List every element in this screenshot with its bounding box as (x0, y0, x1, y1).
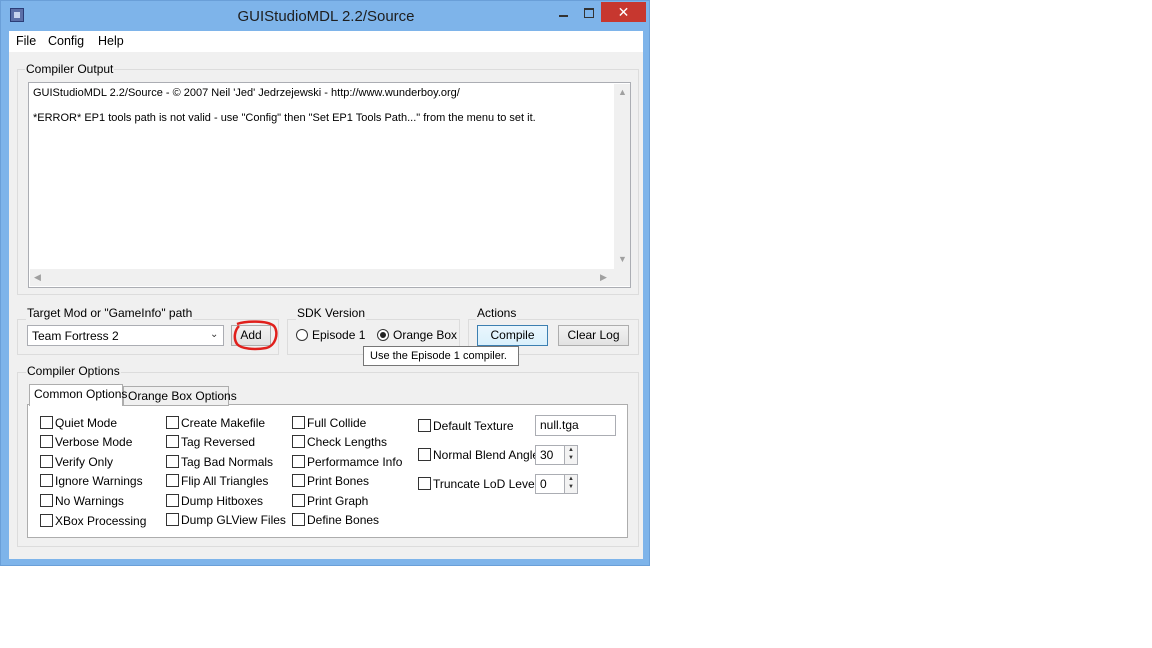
menu-config[interactable]: Config (48, 34, 84, 48)
checkbox-label[interactable]: Define Bones (307, 513, 379, 527)
compiler-options-label: Compiler Options (26, 364, 121, 378)
verify-only-checkbox[interactable] (40, 455, 53, 468)
checkbox-label[interactable]: Verbose Mode (55, 435, 132, 449)
target-combobox[interactable]: Team Fortress 2 ⌄ (27, 325, 224, 346)
scroll-down-icon[interactable]: ▼ (618, 254, 627, 264)
horizontal-scrollbar[interactable]: ◀ ▶ (30, 269, 614, 286)
close-button[interactable]: ✕ (601, 2, 646, 22)
tag-bad-normals-checkbox[interactable] (166, 455, 179, 468)
maximize-button[interactable] (578, 5, 600, 21)
full-collide-checkbox[interactable] (292, 416, 305, 429)
truncate-lod-level-stepper[interactable]: ▲ ▼ (564, 474, 578, 494)
scroll-up-icon[interactable]: ▲ (618, 87, 627, 97)
spin-up-icon[interactable]: ▲ (565, 475, 577, 483)
normal-blend-angle-checkbox[interactable] (418, 448, 431, 461)
app-window: GUIStudioMDL 2.2/Source ✕ File Config He… (0, 0, 650, 566)
dump-glview-files-checkbox[interactable] (166, 513, 179, 526)
checkbox-label[interactable]: Create Makefile (181, 416, 265, 430)
log-line: GUIStudioMDL 2.2/Source - © 2007 Neil 'J… (33, 87, 460, 99)
chevron-down-icon[interactable]: ⌄ (210, 329, 218, 340)
define-bones-checkbox[interactable] (292, 513, 305, 526)
checkbox-label[interactable]: Dump Hitboxes (181, 494, 263, 508)
dump-hitboxes-checkbox[interactable] (166, 494, 179, 507)
print-graph-checkbox[interactable] (292, 494, 305, 507)
normal-blend-angle-label[interactable]: Normal Blend Angle (433, 448, 539, 462)
sdk-version-label: SDK Version (296, 306, 367, 320)
episode-1-radio[interactable] (296, 329, 308, 341)
checkbox-label[interactable]: Print Graph (307, 494, 368, 508)
checkbox-label[interactable]: Dump GLView Files (181, 513, 286, 527)
print-bones-checkbox[interactable] (292, 474, 305, 487)
red-circle-annotation (233, 320, 278, 351)
client-area: File Config Help Compiler Output GUIStud… (9, 31, 643, 559)
menu-help[interactable]: Help (98, 34, 124, 48)
menu-bar: File Config Help (9, 31, 643, 52)
vertical-scrollbar[interactable]: ▲ ▼ (614, 84, 630, 270)
target-value: Team Fortress 2 (32, 329, 119, 343)
ignore-warnings-checkbox[interactable] (40, 474, 53, 487)
checkbox-label[interactable]: Full Collide (307, 416, 366, 430)
menu-file[interactable]: File (16, 34, 36, 48)
normal-blend-angle-input[interactable]: 30 (535, 445, 565, 465)
checkbox-label[interactable]: Performamce Info (307, 455, 402, 469)
checkbox-label[interactable]: Check Lengths (307, 435, 387, 449)
truncate-lod-level-label[interactable]: Truncate LoD Level (433, 477, 537, 491)
spin-down-icon[interactable]: ▼ (565, 483, 577, 491)
tab-orange-box-options[interactable]: Orange Box Options (123, 386, 237, 406)
minimize-button[interactable] (553, 5, 575, 21)
create-makefile-checkbox[interactable] (166, 416, 179, 429)
checkbox-label[interactable]: Quiet Mode (55, 416, 117, 430)
flip-all-triangles-checkbox[interactable] (166, 474, 179, 487)
checkbox-label[interactable]: Tag Reversed (181, 435, 255, 449)
clear-log-button[interactable]: Clear Log (558, 325, 629, 346)
verbose-mode-checkbox[interactable] (40, 435, 53, 448)
default-texture-input[interactable]: null.tga (535, 415, 616, 436)
truncate-lod-level-input[interactable]: 0 (535, 474, 565, 494)
orange-box-label[interactable]: Orange Box (393, 328, 457, 342)
compile-button[interactable]: Compile (477, 325, 548, 346)
spin-up-icon[interactable]: ▲ (565, 446, 577, 454)
check-lengths-checkbox[interactable] (292, 435, 305, 448)
checkbox-label[interactable]: Verify Only (55, 455, 113, 469)
normal-blend-angle-stepper[interactable]: ▲ ▼ (564, 445, 578, 465)
compiler-output-label: Compiler Output (25, 62, 115, 76)
orange-box-radio[interactable] (377, 329, 389, 341)
log-line: *ERROR* EP1 tools path is not valid - us… (33, 112, 536, 124)
truncate-lod-level-checkbox[interactable] (418, 477, 431, 490)
performance-info-checkbox[interactable] (292, 455, 305, 468)
actions-label: Actions (476, 306, 518, 320)
episode-1-label[interactable]: Episode 1 (312, 328, 365, 342)
scroll-left-icon[interactable]: ◀ (34, 272, 41, 283)
title-bar[interactable]: GUIStudioMDL 2.2/Source ✕ (1, 1, 651, 31)
xbox-processing-checkbox[interactable] (40, 514, 53, 527)
spin-down-icon[interactable]: ▼ (565, 454, 577, 462)
compiler-output-log[interactable]: GUIStudioMDL 2.2/Source - © 2007 Neil 'J… (28, 82, 631, 288)
default-texture-checkbox[interactable] (418, 419, 431, 432)
tooltip: Use the Episode 1 compiler. (363, 346, 519, 366)
checkbox-label[interactable]: Print Bones (307, 474, 369, 488)
tag-reversed-checkbox[interactable] (166, 435, 179, 448)
quiet-mode-checkbox[interactable] (40, 416, 53, 429)
scrollbar-corner (614, 269, 630, 286)
checkbox-label[interactable]: Ignore Warnings (55, 474, 143, 488)
checkbox-label[interactable]: Flip All Triangles (181, 474, 268, 488)
default-texture-label[interactable]: Default Texture (433, 419, 514, 433)
target-label: Target Mod or "GameInfo" path (26, 306, 194, 320)
checkbox-label[interactable]: XBox Processing (55, 514, 146, 528)
scroll-right-icon[interactable]: ▶ (600, 272, 607, 283)
tab-common-options[interactable]: Common Options (29, 384, 127, 406)
no-warnings-checkbox[interactable] (40, 494, 53, 507)
checkbox-label[interactable]: Tag Bad Normals (181, 455, 273, 469)
checkbox-label[interactable]: No Warnings (55, 494, 124, 508)
